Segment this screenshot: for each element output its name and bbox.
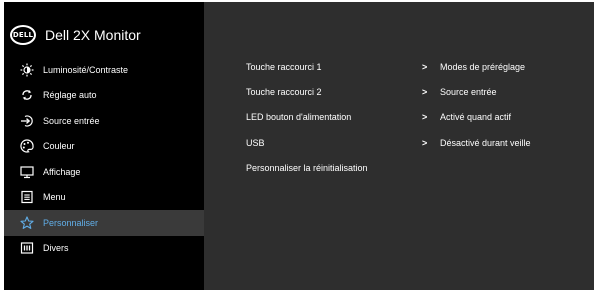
menu-item-others[interactable]: Divers xyxy=(4,236,204,262)
setting-value: Activé quand actif xyxy=(440,112,512,122)
setting-label: LED bouton d'alimentation xyxy=(246,112,352,122)
star-icon xyxy=(20,216,34,230)
menu-item-brightness-contrast[interactable]: Luminosité/Contraste xyxy=(4,57,204,83)
color-icon xyxy=(20,139,34,153)
menu-item-label: Menu xyxy=(43,192,66,203)
setting-value: Source entrée xyxy=(440,87,497,97)
setting-label: Personnaliser la réinitialisation xyxy=(246,163,368,173)
setting-label: Touche raccourci 1 xyxy=(246,62,322,72)
menu-icon xyxy=(20,190,34,204)
setting-value: Désactivé durant veille xyxy=(440,138,531,148)
chevron-right-icon: > xyxy=(422,112,428,122)
monitor-osd: DELL Dell 2X Monitor Luminosité/Contrast… xyxy=(4,2,594,290)
settings-panel: Touche raccourci 1 > Modes de préréglage… xyxy=(204,2,594,290)
main-menu: Luminosité/Contraste Réglage auto Source… xyxy=(4,57,204,261)
menu-item-color[interactable]: Couleur xyxy=(4,134,204,160)
menu-item-label: Source entrée xyxy=(43,115,100,126)
menu-item-display[interactable]: Affichage xyxy=(4,159,204,185)
menu-item-personalize[interactable]: Personnaliser xyxy=(4,210,204,236)
setting-power-button-led[interactable]: LED bouton d'alimentation > Activé quand… xyxy=(246,107,586,127)
setting-usb[interactable]: USB > Désactivé durant veille xyxy=(246,133,586,153)
setting-label: USB xyxy=(246,138,265,148)
menu-item-input-source[interactable]: Source entrée xyxy=(4,108,204,134)
menu-item-label: Personnaliser xyxy=(43,217,99,228)
brightness-icon xyxy=(20,63,34,77)
sidebar: DELL Dell 2X Monitor Luminosité/Contrast… xyxy=(4,2,204,290)
setting-value: Modes de préréglage xyxy=(440,62,526,72)
monitor-title: Dell 2X Monitor xyxy=(45,27,141,43)
setting-label: Touche raccourci 2 xyxy=(246,87,322,97)
setting-shortcut-key-2[interactable]: Touche raccourci 2 > Source entrée xyxy=(246,82,586,102)
menu-item-label: Luminosité/Contraste xyxy=(43,64,129,75)
chevron-right-icon: > xyxy=(422,138,428,148)
menu-item-auto-adjust[interactable]: Réglage auto xyxy=(4,83,204,109)
auto-adjust-icon xyxy=(20,88,34,102)
display-icon xyxy=(20,165,34,179)
input-source-icon xyxy=(20,114,34,128)
dell-logo: DELL xyxy=(10,25,36,45)
menu-item-label: Réglage auto xyxy=(43,90,97,101)
chevron-right-icon: > xyxy=(422,87,428,97)
others-icon xyxy=(20,241,34,255)
menu-item-label: Divers xyxy=(43,243,69,254)
setting-personalize-reset[interactable]: Personnaliser la réinitialisation xyxy=(246,158,586,178)
menu-item-label: Affichage xyxy=(43,166,81,177)
menu-item-menu[interactable]: Menu xyxy=(4,185,204,211)
osd-header: DELL Dell 2X Monitor xyxy=(10,22,141,48)
setting-shortcut-key-1[interactable]: Touche raccourci 1 > Modes de préréglage xyxy=(246,57,586,77)
chevron-right-icon: > xyxy=(422,62,428,72)
menu-item-label: Couleur xyxy=(43,141,75,152)
